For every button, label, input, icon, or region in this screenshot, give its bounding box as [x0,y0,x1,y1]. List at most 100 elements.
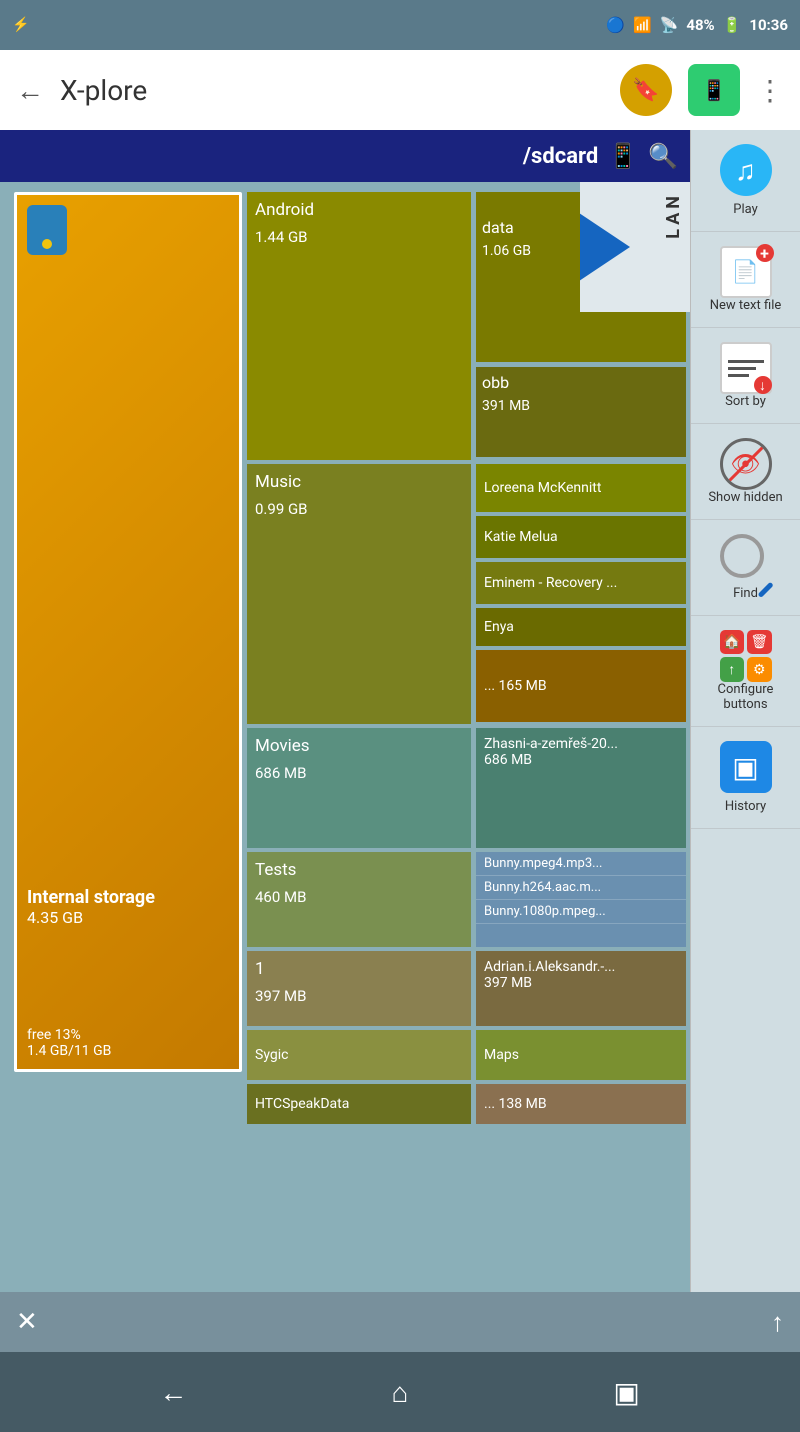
internal-free-detail: 1.4 GB/11 GB [27,1043,229,1059]
side-item-new-text-file[interactable]: 📄 + New text file [691,232,800,328]
bookmark-button[interactable]: 🔖 [620,64,672,116]
side-item-configure-buttons[interactable]: 🏠 🗑 ↑ ⚙ Configure buttons [691,616,800,727]
nav-home-icon: ⌂ [392,1376,409,1409]
phone-dot [42,239,52,249]
zhasni-size: 686 MB [484,752,678,768]
transfer-button[interactable]: 📱 [688,64,740,116]
maps-more-block[interactable]: ... 138 MB [476,1084,686,1124]
side-item-history[interactable]: ▣ History [691,727,800,829]
sygic-block[interactable]: Sygic [247,1030,471,1080]
music-more-block[interactable]: ... 165 MB [476,650,686,722]
maps-more-label: ... 138 MB [484,1096,547,1112]
lan-panel[interactable]: LAN [580,182,690,312]
obb-size: 391 MB [476,398,686,414]
time: 10:36 [749,16,788,34]
maps-label: Maps [484,1047,519,1063]
htc-label: HTCSpeakData [255,1096,349,1112]
obb-label: obb [476,367,686,398]
sort-down-icon: ↓ [754,376,772,394]
show-hidden-label: Show hidden [708,490,782,505]
treemap: Internal storage 4.35 GB free 13% 1.4 GB… [0,182,690,1292]
zhasni-block[interactable]: Zhasni-a-zemřeš-20... 686 MB [476,728,686,848]
bunny-block[interactable]: Bunny.mpeg4.mp3... Bunny.h264.aac.m... B… [476,852,686,947]
play-label: Play [733,202,758,217]
sort-by-label: Sort by [725,394,766,409]
more-button[interactable]: ⋮ [756,74,784,107]
app-bar: ← X-plore 🔖 📱 ⋮ [0,50,800,130]
file-area: /sdcard 📱 🔍 LAN Internal storage 4.35 GB [0,130,690,1292]
nav-bar: ← ⌂ ▣ [0,1352,800,1432]
one-size: 397 MB [247,987,471,1005]
enya-block[interactable]: Enya [476,608,686,646]
show-hidden-icon: 👁 [720,438,772,490]
music-size: 0.99 GB [247,500,471,518]
android-label: Android [247,192,471,228]
side-item-play[interactable]: ♫ Play [691,130,800,232]
signal-icon: 📡 [660,16,679,34]
side-panel: ♫ Play 📄 + New text file ↓ Sort by 👁 [690,130,800,1292]
movies-block[interactable]: Movies 686 MB [247,728,471,848]
loreena-label: Loreena McKennitt [484,480,601,496]
katie-block[interactable]: Katie Melua [476,516,686,558]
nav-back-button[interactable]: ← [147,1366,199,1418]
bookmark-icon: 🔖 [632,78,659,103]
transfer-icon: 📱 [702,78,727,102]
tests-block[interactable]: Tests 460 MB [247,852,471,947]
side-item-find[interactable]: Find [691,520,800,616]
bunny-item-1: Bunny.mpeg4.mp3... [476,852,686,876]
htc-block[interactable]: HTCSpeakData [247,1084,471,1124]
battery-level: 48% [686,16,714,34]
status-left: ⚡ [12,17,29,33]
android-size: 1.44 GB [247,228,471,246]
close-button[interactable]: ✕ [16,1307,38,1337]
tests-size: 460 MB [247,888,471,906]
nav-back-icon: ← [159,1376,187,1409]
music-more-label: ... 165 MB [484,678,547,694]
bluetooth-icon: 🔵 [606,16,625,34]
wifi-icon: 📶 [633,16,652,34]
music-block[interactable]: Music 0.99 GB [247,464,471,724]
eminem-label: Eminem - Recovery ... [484,575,617,591]
new-file-plus-icon: + [756,244,774,262]
find-circle-icon [720,534,764,578]
maps-block[interactable]: Maps [476,1030,686,1080]
adrian-size: 397 MB [484,975,678,991]
nav-home-button[interactable]: ⌂ [374,1366,426,1418]
nav-recent-button[interactable]: ▣ [601,1366,653,1418]
new-text-file-label: New text file [710,298,782,313]
sort-icon: ↓ [720,342,772,394]
loreena-block[interactable]: Loreena McKennitt [476,464,686,512]
find-handle-icon [757,582,773,598]
adrian-label: Adrian.i.Aleksandr.-... [484,959,678,975]
history-icon: ▣ [720,741,772,793]
lan-label: LAN [663,192,684,239]
zhasni-label: Zhasni-a-zemřeš-20... [484,736,678,752]
find-label: Find [733,586,758,601]
nav-recent-icon: ▣ [613,1376,639,1409]
back-button[interactable]: ← [16,74,44,107]
eminem-block[interactable]: Eminem - Recovery ... [476,562,686,604]
adrian-block[interactable]: Adrian.i.Aleksandr.-... 397 MB [476,951,686,1026]
config-home-icon: 🏠 [720,630,745,654]
lan-arrow-icon [580,207,630,287]
app-title: X-plore [60,74,604,107]
obb-block[interactable]: obb 391 MB [476,367,686,457]
tests-label: Tests [247,852,471,888]
lan-search-icon[interactable]: 🔍 [648,142,678,170]
configure-icon: 🏠 🗑 ↑ ⚙ [720,630,772,682]
config-up-icon: ↑ [720,657,745,682]
side-item-sort-by[interactable]: ↓ Sort by [691,328,800,424]
upload-button[interactable]: ↑ [771,1307,784,1338]
internal-storage-block[interactable]: Internal storage 4.35 GB free 13% 1.4 GB… [14,192,242,1072]
movies-size: 686 MB [247,764,471,782]
katie-label: Katie Melua [484,529,558,545]
configure-buttons-label: Configure buttons [699,682,792,712]
android-block[interactable]: Android 1.44 GB [247,192,471,460]
history-label: History [725,799,766,814]
sygic-label: Sygic [255,1047,288,1063]
one-block[interactable]: 1 397 MB [247,951,471,1026]
internal-label: Internal storage [27,887,229,908]
side-item-show-hidden[interactable]: 👁 Show hidden [691,424,800,520]
play-icon: ♫ [720,144,772,196]
bunny-item-3: Bunny.1080p.mpeg... [476,900,686,924]
